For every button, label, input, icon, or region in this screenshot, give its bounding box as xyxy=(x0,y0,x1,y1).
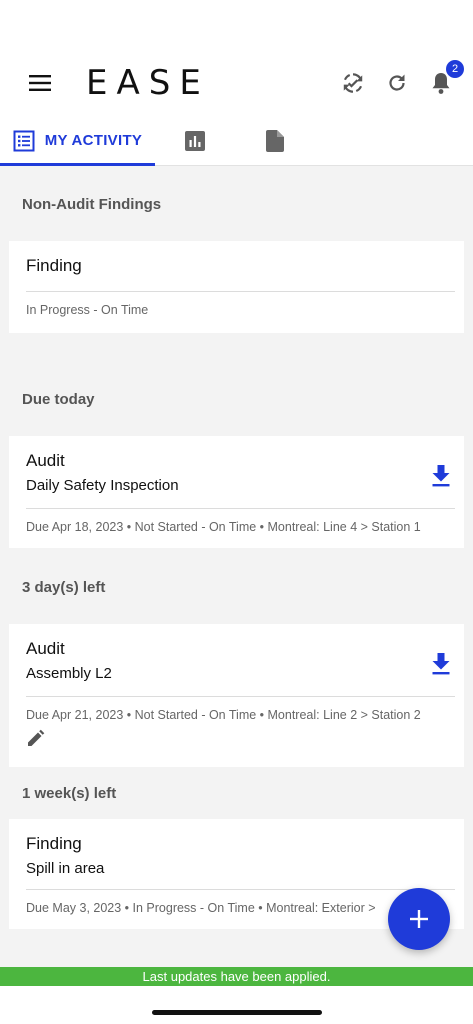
card-meta: In Progress - On Time xyxy=(26,303,149,317)
list-icon xyxy=(13,130,35,151)
tab-label: MY ACTIVITY xyxy=(44,132,143,149)
section-header: Due today xyxy=(22,390,95,408)
card-name: Assembly L2 xyxy=(26,665,112,682)
notification-badge: 2 xyxy=(446,60,464,78)
snackbar: Last updates have been applied. xyxy=(0,967,473,986)
activity-list: Non-Audit Findings Finding In Progress -… xyxy=(0,166,473,967)
refresh-icon xyxy=(389,74,405,91)
refresh-button[interactable] xyxy=(383,69,411,97)
card-type: Finding xyxy=(26,834,82,853)
status-bar xyxy=(0,0,473,50)
activity-card[interactable]: Finding In Progress - On Time xyxy=(9,241,464,333)
activity-card[interactable]: Audit Assembly L2 Due Apr 21, 2023 • Not… xyxy=(9,624,464,767)
app-bar: EASE 2 xyxy=(0,50,473,116)
card-type: Audit xyxy=(26,639,65,658)
card-name: Daily Safety Inspection xyxy=(26,477,179,494)
add-button[interactable] xyxy=(388,888,450,950)
sync-button[interactable] xyxy=(339,69,367,97)
download-icon xyxy=(432,465,450,487)
tab-documents[interactable] xyxy=(235,116,315,165)
home-indicator[interactable] xyxy=(152,1010,322,1015)
edit-pencil-icon[interactable] xyxy=(26,728,48,750)
hamburger-menu-icon[interactable] xyxy=(28,71,52,95)
plus-icon xyxy=(410,910,428,928)
section-header: 1 week(s) left xyxy=(22,784,117,802)
tab-bar: MY ACTIVITY xyxy=(0,116,473,166)
download-icon xyxy=(432,653,450,675)
app-bar-actions: 2 xyxy=(339,60,464,97)
app-logo: EASE xyxy=(86,63,210,103)
section-header: 3 day(s) left xyxy=(22,578,106,596)
bar-chart-icon xyxy=(185,130,205,151)
card-type: Finding xyxy=(26,256,82,275)
notifications-button[interactable]: 2 xyxy=(427,60,464,97)
download-button[interactable] xyxy=(427,462,455,490)
sync-check-icon xyxy=(343,73,363,93)
snackbar-message: Last updates have been applied. xyxy=(142,969,331,984)
section-header: Non-Audit Findings xyxy=(22,196,162,213)
document-icon xyxy=(266,129,284,152)
activity-card[interactable]: Audit Daily Safety Inspection Due Apr 18… xyxy=(9,436,464,548)
card-type: Audit xyxy=(26,451,65,470)
download-button[interactable] xyxy=(427,650,455,678)
tab-reports[interactable] xyxy=(155,116,235,165)
tab-my-activity[interactable]: MY ACTIVITY xyxy=(0,116,155,166)
card-name: Spill in area xyxy=(26,860,105,877)
card-meta: Due Apr 18, 2023 • Not Started - On Time… xyxy=(26,520,421,534)
